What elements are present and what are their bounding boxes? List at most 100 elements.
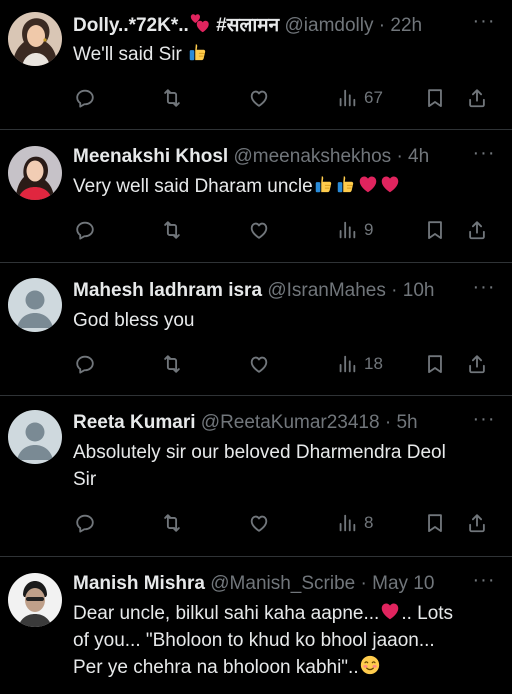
separator: · (384, 412, 392, 433)
more-horizontal-icon[interactable]: ··· (470, 11, 498, 35)
retweet-icon (161, 219, 183, 241)
more-horizontal-icon[interactable]: ··· (470, 570, 498, 594)
reply-icon (74, 219, 96, 241)
two-hearts-emoji (189, 12, 211, 34)
reply-button[interactable] (74, 351, 96, 377)
tweet-text-segment: .. Lots (401, 603, 454, 624)
views-count: 9 (364, 220, 374, 239)
views-icon (336, 353, 358, 375)
tweet[interactable]: Meenakshi Khosl @meenakshekhos · 4h ··· … (0, 130, 512, 263)
bookmark-icon (424, 87, 446, 109)
timestamp[interactable]: 10h (403, 280, 435, 301)
timestamp[interactable]: May 10 (372, 573, 434, 594)
avatar[interactable] (8, 573, 62, 627)
timestamp[interactable]: 5h (396, 412, 417, 433)
display-name[interactable]: Meenakshi Khosl (73, 146, 228, 167)
smiling-blush-emoji (359, 654, 381, 676)
thumbs-up-emoji (313, 173, 335, 195)
like-button[interactable] (248, 217, 270, 243)
tweet-text: Very well said Dharam uncle (73, 173, 498, 200)
retweet-icon (161, 353, 183, 375)
reply-icon (74, 512, 96, 534)
views-button[interactable]: 9 (336, 217, 373, 243)
views-count: 18 (364, 354, 383, 373)
tweet[interactable]: Dolly..*72K*.. #सलामन @iamdolly · 22h ··… (0, 0, 512, 130)
share-button[interactable] (466, 351, 488, 377)
bookmark-icon (424, 219, 446, 241)
tweet[interactable]: Mahesh ladhram isra @IsranMahes · 10h ··… (0, 263, 512, 396)
views-icon (336, 512, 358, 534)
timestamp[interactable]: 22h (390, 15, 422, 36)
tweet-text-line: Per ye chehra na bholoon kabhi".. (73, 654, 498, 681)
tweet[interactable]: Manish Mishra @Manish_Scribe · May 10 ··… (0, 557, 512, 694)
share-button[interactable] (466, 217, 488, 243)
bookmark-button[interactable] (424, 510, 446, 536)
retweet-button[interactable] (161, 85, 183, 111)
like-icon (248, 219, 270, 241)
share-button[interactable] (466, 85, 488, 111)
handle[interactable]: @Manish_Scribe (210, 573, 355, 594)
reply-feed: Dolly..*72K*.. #सलामन @iamdolly · 22h ··… (0, 0, 512, 694)
avatar[interactable] (8, 410, 62, 464)
separator: · (396, 146, 403, 167)
more-horizontal-icon[interactable]: ··· (470, 409, 498, 433)
bookmark-button[interactable] (424, 351, 446, 377)
retweet-button[interactable] (161, 510, 183, 536)
red-heart-emoji (379, 600, 401, 622)
tweet-text-line: of you... "Bholoon to khud ko bhool jaao… (73, 630, 435, 651)
views-count: 67 (364, 88, 383, 107)
reply-button[interactable] (74, 217, 96, 243)
tweet-text-segment: Dear uncle, bilkul sahi kaha aapne... (73, 603, 380, 624)
handle[interactable]: @IsranMahes (267, 280, 386, 301)
tweet-header: Dolly..*72K*.. #सलामन @iamdolly · 22h (73, 12, 452, 38)
like-icon (248, 512, 270, 534)
red-heart-emoji (379, 173, 401, 195)
tweet[interactable]: Reeta Kumari @ReetaKumar23418 · 5h ··· A… (0, 396, 512, 557)
retweet-button[interactable] (161, 351, 183, 377)
thumbs-up-emoji (187, 41, 209, 63)
action-bar: 18 (74, 351, 492, 377)
more-horizontal-icon[interactable]: ··· (470, 277, 498, 301)
reply-button[interactable] (74, 85, 96, 111)
handle[interactable]: @ReetaKumar23418 (201, 412, 380, 433)
avatar[interactable] (8, 146, 62, 200)
reply-button[interactable] (74, 510, 96, 536)
action-bar: 67 (74, 85, 492, 111)
display-name[interactable]: Reeta Kumari (73, 412, 196, 433)
red-heart-emoji (357, 173, 379, 195)
like-button[interactable] (248, 351, 270, 377)
display-name[interactable]: Dolly..*72K*.. (73, 15, 189, 36)
more-horizontal-icon[interactable]: ··· (470, 143, 498, 167)
like-icon (248, 353, 270, 375)
timestamp[interactable]: 4h (408, 146, 429, 167)
bookmark-icon (424, 512, 446, 534)
tweet-text: We'll said Sir (73, 41, 498, 68)
retweet-button[interactable] (161, 217, 183, 243)
views-button[interactable]: 18 (336, 351, 383, 377)
tweet-text-line: Absolutely sir our beloved Dharmendra De… (73, 442, 446, 463)
handle[interactable]: @meenakshekhos (234, 146, 392, 167)
like-icon (248, 87, 270, 109)
share-button[interactable] (466, 510, 488, 536)
tweet-text: Dear uncle, bilkul sahi kaha aapne... .. … (73, 600, 498, 681)
tweet-header: Reeta Kumari @ReetaKumar23418 · 5h (73, 410, 452, 436)
thumbs-up-emoji (335, 173, 357, 195)
tweet-text-line: God bless you (73, 310, 195, 331)
avatar[interactable] (8, 278, 62, 332)
avatar[interactable] (8, 12, 62, 66)
display-name[interactable]: Manish Mishra (73, 573, 205, 594)
display-name[interactable]: Mahesh ladhram isra (73, 280, 262, 301)
like-button[interactable] (248, 510, 270, 536)
tweet-text: Absolutely sir our beloved Dharmendra De… (73, 439, 498, 493)
views-icon (336, 87, 358, 109)
reply-icon (74, 353, 96, 375)
bookmark-button[interactable] (424, 217, 446, 243)
bookmark-button[interactable] (424, 85, 446, 111)
handle[interactable]: @iamdolly (285, 15, 374, 36)
views-button[interactable]: 67 (336, 85, 383, 111)
tweet-header: Meenakshi Khosl @meenakshekhos · 4h (73, 144, 452, 170)
views-button[interactable]: 8 (336, 510, 373, 536)
retweet-icon (161, 87, 183, 109)
like-button[interactable] (248, 85, 270, 111)
action-bar: 9 (74, 217, 492, 243)
